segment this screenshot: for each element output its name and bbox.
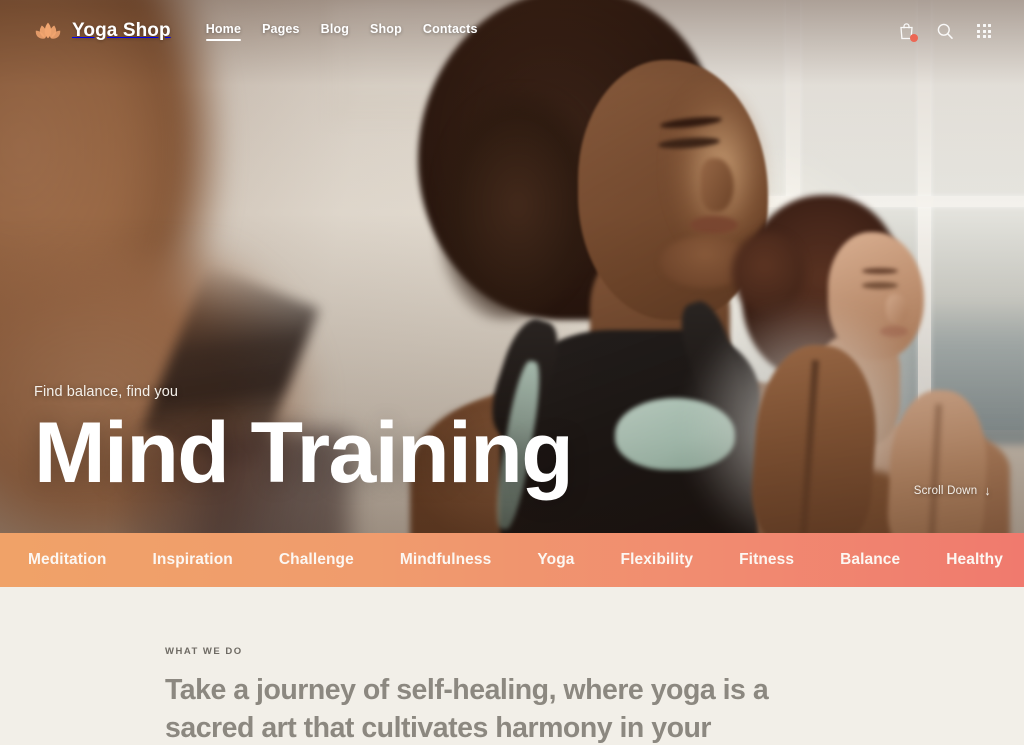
- grid-menu-button[interactable]: [974, 21, 994, 41]
- shopping-bag-button[interactable]: [896, 21, 918, 42]
- section-heading: Take a journey of self-healing, where yo…: [165, 674, 769, 744]
- marquee-item[interactable]: Healthy: [946, 551, 1003, 569]
- section-inner: What we do Take a journey of self-healin…: [0, 587, 1024, 745]
- hero-eyebrow: Find balance, find you: [34, 384, 179, 401]
- page-root: Find balance, find you Mind Training Scr…: [0, 0, 1024, 745]
- section-kicker: What we do: [165, 646, 243, 657]
- marquee-item[interactable]: Challenge: [279, 551, 354, 569]
- scroll-down-button[interactable]: Scroll Down ↓: [914, 484, 991, 497]
- search-button[interactable]: [935, 21, 955, 41]
- marquee-item[interactable]: Mindfulness: [400, 551, 492, 569]
- what-we-do-section: What we do Take a journey of self-healin…: [0, 587, 1024, 745]
- marquee-item[interactable]: Inspiration: [153, 551, 233, 569]
- marquee-item[interactable]: Meditation: [28, 551, 107, 569]
- search-icon: [937, 23, 953, 39]
- main-nav: Home Pages Blog Shop Contacts: [205, 22, 478, 41]
- brand-name: Yoga Shop: [72, 20, 171, 41]
- grid-menu-icon: [977, 24, 991, 38]
- cart-badge: [910, 34, 918, 42]
- nav-item-home[interactable]: Home: [205, 22, 242, 41]
- nav-item-blog[interactable]: Blog: [321, 22, 349, 41]
- header-actions: [896, 21, 994, 42]
- lotus-icon: [35, 22, 61, 39]
- hero-title: Mind Training: [34, 405, 574, 502]
- nav-item-pages[interactable]: Pages: [262, 22, 300, 41]
- arrow-down-icon: ↓: [984, 483, 991, 498]
- brand-logo-link[interactable]: Yoga Shop: [34, 20, 171, 42]
- scroll-down-label: Scroll Down: [913, 484, 978, 497]
- keyword-marquee: Meditation Inspiration Challenge Mindfulnes…: [0, 533, 1024, 587]
- nav-item-shop[interactable]: Shop: [370, 22, 402, 41]
- marquee-item[interactable]: Flexibility: [621, 551, 694, 569]
- hero-copy: Find balance, find you Mind Training: [34, 384, 574, 502]
- site-header: Yoga Shop Home Pages Blog Shop Contacts: [0, 0, 1024, 62]
- marquee-item[interactable]: Fitness: [739, 551, 794, 569]
- marquee-item[interactable]: Balance: [840, 551, 900, 569]
- hero-section: Find balance, find you Mind Training Scr…: [0, 0, 1024, 533]
- nav-item-contacts[interactable]: Contacts: [423, 22, 478, 41]
- marquee-track: Meditation Inspiration Challenge Mindfulnes…: [0, 551, 1024, 569]
- marquee-item[interactable]: Yoga: [537, 551, 574, 569]
